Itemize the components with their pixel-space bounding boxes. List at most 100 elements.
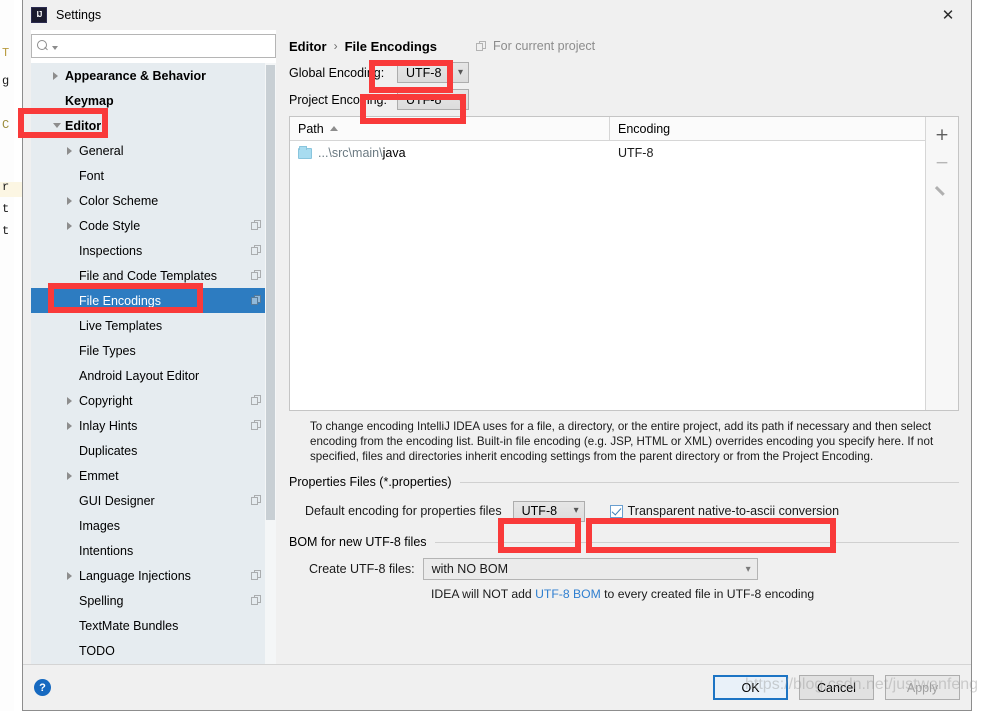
sidebar-item-intentions[interactable]: Intentions xyxy=(31,538,276,563)
properties-encoding-combo[interactable]: UTF-8 ▾ xyxy=(512,500,585,522)
chevron-right-icon[interactable] xyxy=(53,71,58,80)
search-icon xyxy=(36,39,50,53)
sidebar-item-images[interactable]: Images xyxy=(31,513,276,538)
remove-path-button[interactable]: − xyxy=(928,149,956,177)
create-utf8-files-value: with NO BOM xyxy=(431,562,508,576)
intellij-idea-icon: IJ xyxy=(31,6,47,23)
sidebar-item-keymap[interactable]: Keymap xyxy=(31,88,276,113)
edit-path-button[interactable] xyxy=(928,177,956,205)
sidebar-scrollbar[interactable] xyxy=(265,63,276,664)
background-code-fragment: t xyxy=(2,202,10,216)
sidebar-item-emmet[interactable]: Emmet xyxy=(31,463,276,488)
sidebar-item-color-scheme[interactable]: Color Scheme xyxy=(31,188,276,213)
sidebar-item-label: Images xyxy=(79,518,120,533)
column-header-path[interactable]: Path xyxy=(290,117,610,140)
sidebar-item-label: TextMate Bundles xyxy=(79,618,179,633)
sidebar-item-label: GUI Designer xyxy=(79,493,155,508)
sidebar-item-general[interactable]: General xyxy=(31,138,276,163)
sidebar-item-copyright[interactable]: Copyright xyxy=(31,388,276,413)
encodings-table-rows: ...\src\main\java UTF-8 xyxy=(290,141,925,410)
dialog-body: Appearance & Behavior Keymap Editor General… xyxy=(23,30,971,664)
sidebar-item-file-types[interactable]: File Types xyxy=(31,338,276,363)
sidebar-item-todo[interactable]: TODO xyxy=(31,638,276,663)
copy-settings-icon xyxy=(251,595,262,606)
global-encoding-combo[interactable]: UTF-8 ▾ xyxy=(397,62,469,83)
breadcrumb-parent[interactable]: Editor xyxy=(289,39,327,54)
sidebar-item-android-layout-editor[interactable]: Android Layout Editor xyxy=(31,363,276,388)
sidebar-scrollbar-thumb[interactable] xyxy=(266,65,275,520)
background-code-fragment: g xyxy=(2,74,10,88)
search-box[interactable] xyxy=(31,34,276,58)
copy-settings-icon xyxy=(476,40,487,52)
ok-button[interactable]: OK xyxy=(713,675,788,700)
sidebar-item-appearance-behavior[interactable]: Appearance & Behavior xyxy=(31,63,276,88)
apply-button[interactable]: Apply xyxy=(885,675,960,700)
sidebar-item-label: Inlay Hints xyxy=(79,418,138,433)
search-input[interactable] xyxy=(58,38,271,54)
folder-icon xyxy=(298,145,312,159)
project-encoding-label: Project Encoding: xyxy=(289,92,387,107)
background-code-fragment: r xyxy=(2,180,10,194)
chevron-right-icon[interactable] xyxy=(67,571,72,580)
chevron-down-icon: ▾ xyxy=(457,66,463,78)
transparent-native-to-ascii-checkbox[interactable]: Transparent native-to-ascii conversion xyxy=(609,504,840,518)
sidebar-item-textmate-bundles[interactable]: TextMate Bundles xyxy=(31,613,276,638)
sidebar-item-duplicates[interactable]: Duplicates xyxy=(31,438,276,463)
help-button[interactable]: ? xyxy=(34,679,51,696)
transparent-native-to-ascii-label: Transparent native-to-ascii conversion xyxy=(627,504,840,518)
copy-settings-icon xyxy=(251,220,262,231)
sidebar-item-label: Inspections xyxy=(79,243,143,258)
project-encoding-combo[interactable]: UTF-8 ▾ xyxy=(397,89,469,110)
column-header-encoding-label: Encoding xyxy=(618,121,671,136)
bom-group-title: BOM for new UTF-8 files xyxy=(289,535,959,549)
settings-dialog: IJ Settings ✕ Appearance & Behavior Keyma… xyxy=(22,0,972,711)
sidebar-item-spelling[interactable]: Spelling xyxy=(31,588,276,613)
chevron-right-icon[interactable] xyxy=(67,471,72,480)
chevron-right-icon[interactable] xyxy=(67,421,72,430)
settings-sidebar: Appearance & Behavior Keymap Editor General… xyxy=(31,30,276,664)
chevron-right-icon[interactable] xyxy=(67,146,72,155)
sidebar-item-label: Font xyxy=(79,168,105,183)
chevron-right-icon[interactable] xyxy=(67,221,72,230)
pencil-icon xyxy=(936,185,949,198)
sidebar-item-inspections[interactable]: Inspections xyxy=(31,238,276,263)
encodings-table: Path Encoding ...\src\main\java UTF-8 + − xyxy=(289,116,959,411)
breadcrumb-separator: › xyxy=(333,39,338,53)
group-divider xyxy=(459,481,959,483)
encodings-table-main: Path Encoding ...\src\main\java UTF-8 xyxy=(290,117,925,410)
column-header-encoding[interactable]: Encoding xyxy=(610,117,678,140)
sidebar-item-file-encodings[interactable]: File Encodings xyxy=(31,288,276,313)
sidebar-item-editor[interactable]: Editor xyxy=(31,113,276,138)
sidebar-item-gui-designer[interactable]: GUI Designer xyxy=(31,488,276,513)
sidebar-item-code-style[interactable]: Code Style xyxy=(31,213,276,238)
sidebar-item-language-injections[interactable]: Language Injections xyxy=(31,563,276,588)
cancel-button[interactable]: Cancel xyxy=(799,675,874,700)
chevron-right-icon[interactable] xyxy=(67,396,72,405)
copy-settings-icon xyxy=(251,570,262,581)
bom-note: IDEA will NOT add UTF-8 BOM to every cre… xyxy=(289,587,959,601)
global-encoding-row: Global Encoding: UTF-8 ▾ xyxy=(289,60,959,85)
table-row[interactable]: ...\src\main\java UTF-8 xyxy=(290,141,925,165)
chevron-down-icon: ▾ xyxy=(573,505,579,516)
chevron-right-icon[interactable] xyxy=(67,196,72,205)
create-utf8-files-combo[interactable]: with NO BOM ▾ xyxy=(422,558,758,580)
column-header-path-label: Path xyxy=(298,121,324,136)
chevron-down-icon[interactable] xyxy=(53,123,61,128)
close-icon[interactable]: ✕ xyxy=(925,0,971,30)
settings-content-pane: Editor › File Encodings For current proj… xyxy=(276,30,963,664)
bom-note-after: to every created file in UTF-8 encoding xyxy=(600,587,815,601)
add-path-button[interactable]: + xyxy=(928,121,956,149)
copy-settings-icon xyxy=(251,495,262,506)
utf8-bom-link[interactable]: UTF-8 BOM xyxy=(535,587,601,601)
copy-settings-icon xyxy=(251,420,262,431)
sidebar-item-label: TODO xyxy=(79,643,115,658)
sidebar-item-label: Appearance & Behavior xyxy=(65,68,207,83)
sidebar-item-inlay-hints[interactable]: Inlay Hints xyxy=(31,413,276,438)
copy-settings-icon xyxy=(251,295,262,306)
chevron-down-icon: ▾ xyxy=(457,93,463,105)
sidebar-item-file-and-code-templates[interactable]: File and Code Templates xyxy=(31,263,276,288)
sidebar-item-live-templates[interactable]: Live Templates xyxy=(31,313,276,338)
project-encoding-row: Project Encoding: UTF-8 ▾ xyxy=(289,87,959,112)
sidebar-item-label: Android Layout Editor xyxy=(79,368,200,383)
sidebar-item-font[interactable]: Font xyxy=(31,163,276,188)
